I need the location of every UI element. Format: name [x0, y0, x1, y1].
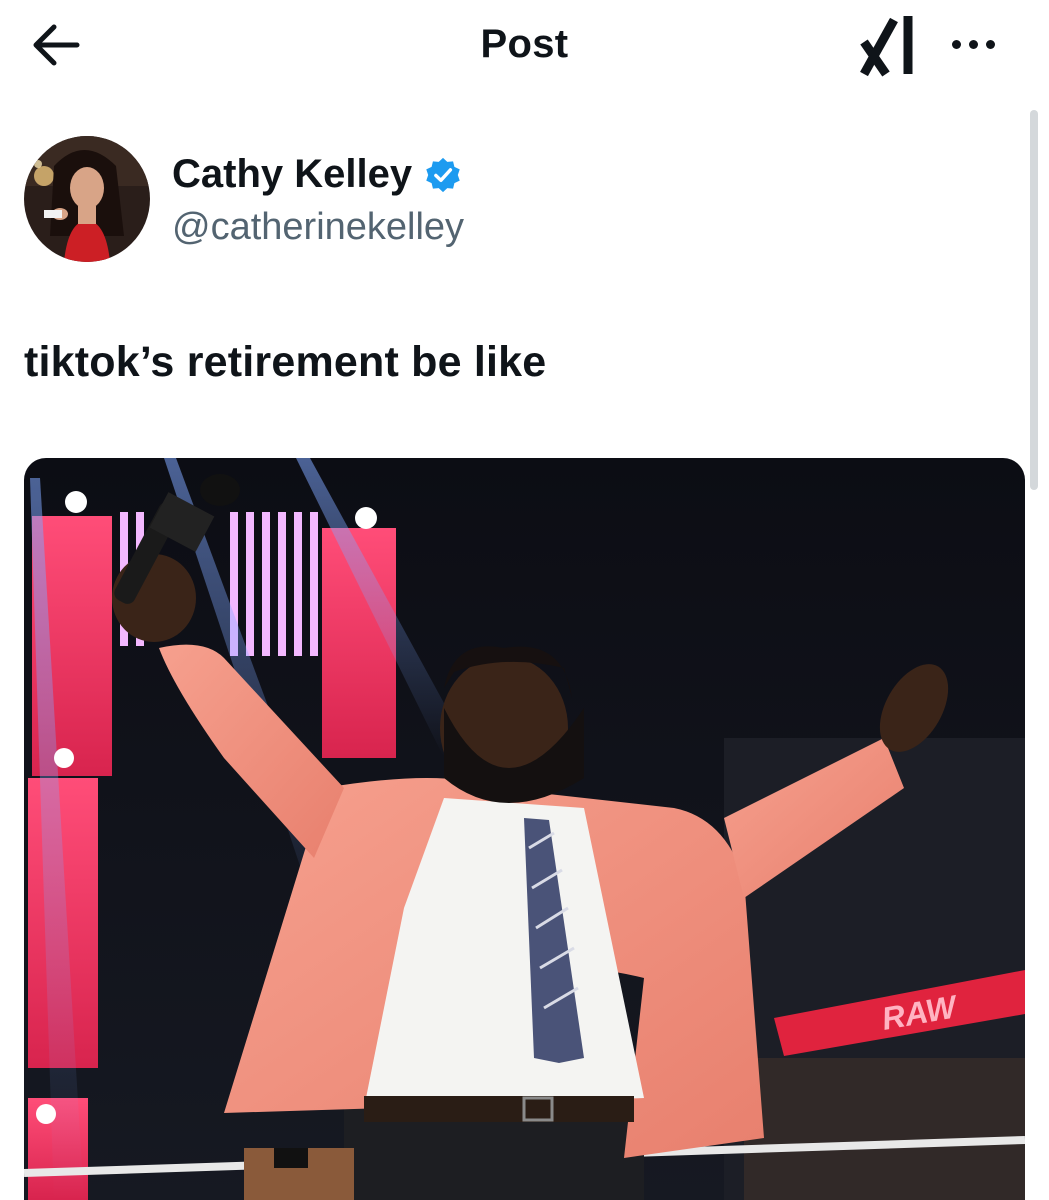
post-media-image[interactable]: RAW — [24, 458, 1025, 1200]
more-button[interactable] — [944, 24, 1004, 64]
avatar[interactable] — [24, 136, 150, 262]
top-bar: Post — [0, 0, 1049, 92]
post-text: tiktok’s retirement be like — [24, 338, 547, 386]
verified-badge-icon — [426, 157, 460, 192]
grok-button[interactable] — [858, 12, 922, 78]
grok-icon — [860, 16, 913, 77]
scrollbar[interactable] — [1030, 110, 1038, 490]
author-block: Cathy Kelley @catherinekelley — [24, 136, 724, 264]
author-display-name[interactable]: Cathy Kelley — [172, 152, 412, 197]
author-handle[interactable]: @catherinekelley — [172, 206, 464, 249]
